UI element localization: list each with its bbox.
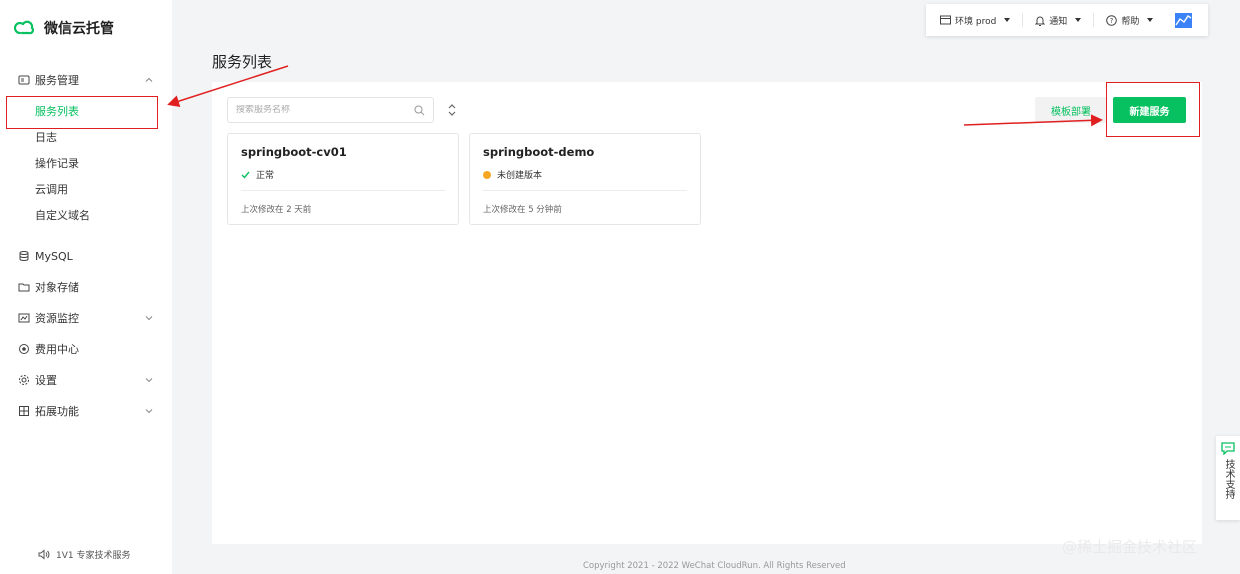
notify-label: 通知 bbox=[1049, 16, 1068, 27]
user-avatar[interactable] bbox=[1175, 12, 1193, 28]
sort-icon[interactable] bbox=[447, 103, 457, 117]
sidebar-group-label: 对象存储 bbox=[35, 281, 79, 294]
chevron-down-icon bbox=[145, 409, 153, 414]
service-name: springboot-demo bbox=[483, 145, 595, 159]
sidebar-item-service-list[interactable]: 服务列表 bbox=[0, 98, 172, 124]
service-card[interactable]: springboot-cv01 正常 上次修改在 2 天前 bbox=[227, 133, 459, 225]
topbar: 环境 prod 通知 ? 帮助 bbox=[926, 4, 1208, 36]
watermark: @稀土掘金技术社区 bbox=[1062, 538, 1198, 556]
service-status: 正常 bbox=[241, 168, 274, 181]
folder-icon bbox=[18, 281, 30, 293]
help-icon: ? bbox=[1106, 14, 1118, 26]
service-updated: 上次修改在 5 分钟前 bbox=[483, 205, 562, 215]
sidebar-item-label: 自定义域名 bbox=[35, 209, 90, 222]
environment-icon bbox=[940, 15, 951, 25]
sidebar-group-extensions[interactable]: 拓展功能 bbox=[0, 398, 172, 424]
service-updated: 上次修改在 2 天前 bbox=[241, 205, 312, 215]
sidebar-item-operation-records[interactable]: 操作记录 bbox=[0, 150, 172, 176]
search-icon[interactable] bbox=[414, 105, 425, 116]
service-card[interactable]: springboot-demo 未创建版本 上次修改在 5 分钟前 bbox=[469, 133, 701, 225]
speaker-icon bbox=[38, 549, 50, 560]
server-icon bbox=[18, 74, 30, 86]
env-selector[interactable]: 环境 prod bbox=[940, 14, 1011, 27]
sidebar-group-label: 服务管理 bbox=[35, 74, 79, 87]
new-service-button[interactable]: 新建服务 bbox=[1113, 97, 1186, 123]
sidebar-group-label: MySQL bbox=[35, 249, 73, 263]
warning-dot-icon bbox=[483, 170, 491, 179]
chevron-down-icon bbox=[145, 316, 153, 321]
app-title: 微信云托管 bbox=[44, 21, 114, 37]
divider bbox=[241, 190, 445, 191]
chevron-up-icon bbox=[145, 77, 153, 82]
avatar-icon bbox=[1175, 12, 1193, 28]
sidebar-group-label: 拓展功能 bbox=[35, 405, 79, 418]
search-input[interactable] bbox=[236, 105, 414, 115]
help-menu[interactable]: ? 帮助 bbox=[1106, 14, 1154, 27]
sidebar-item-object-storage[interactable]: 对象存储 bbox=[0, 274, 172, 300]
sidebar-group-label: 设置 bbox=[35, 374, 57, 387]
database-icon bbox=[18, 250, 30, 262]
divider bbox=[1022, 13, 1024, 27]
chevron-down-icon bbox=[145, 378, 153, 383]
grid-icon bbox=[18, 405, 30, 417]
tech-support-widget[interactable]: 技术支持 bbox=[1216, 436, 1240, 520]
sidebar-group-label: 费用中心 bbox=[35, 343, 79, 356]
sidebar-item-label: 操作记录 bbox=[35, 157, 79, 170]
monitor-icon bbox=[18, 312, 30, 324]
sidebar: 微信云托管 服务管理 服务列表 日志 操作记录 云调用 自定义域名 MySQL … bbox=[0, 0, 172, 574]
tech-support-label: 技术支持 bbox=[1223, 459, 1234, 499]
divider bbox=[1093, 13, 1095, 27]
sidebar-item-cloud-call[interactable]: 云调用 bbox=[0, 176, 172, 202]
cloud-logo-icon bbox=[14, 20, 34, 35]
sidebar-group-label: 资源监控 bbox=[35, 312, 79, 325]
app-logo[interactable]: 微信云托管 bbox=[14, 18, 114, 38]
check-icon bbox=[241, 171, 250, 179]
sidebar-group-resource-monitor[interactable]: 资源监控 bbox=[0, 305, 172, 331]
sidebar-item-label: 服务列表 bbox=[35, 105, 79, 118]
caret-down-icon bbox=[1004, 18, 1011, 22]
sidebar-item-mysql[interactable]: MySQL bbox=[0, 243, 172, 269]
footer-copyright: Copyright 2021 - 2022 WeChat CloudRun. A… bbox=[583, 561, 846, 571]
caret-down-icon bbox=[1147, 18, 1154, 22]
svg-text:?: ? bbox=[1110, 17, 1114, 25]
service-status: 未创建版本 bbox=[483, 168, 542, 181]
billing-icon bbox=[18, 343, 30, 355]
template-deploy-button[interactable]: 模板部署 bbox=[1035, 97, 1107, 123]
sidebar-item-custom-domain[interactable]: 自定义域名 bbox=[0, 202, 172, 228]
expert-service-link[interactable]: 1V1 专家技术服务 bbox=[38, 548, 130, 561]
gear-icon bbox=[18, 374, 30, 386]
sidebar-group-service-management[interactable]: 服务管理 bbox=[0, 67, 172, 93]
search-box bbox=[227, 97, 434, 123]
sidebar-item-label: 云调用 bbox=[35, 183, 68, 196]
service-list-panel: 模板部署 新建服务 springboot-cv01 正常 上次修改在 2 天前 … bbox=[212, 82, 1202, 544]
page-title: 服务列表 bbox=[212, 53, 273, 71]
notify-menu[interactable]: 通知 bbox=[1035, 14, 1082, 27]
sidebar-item-billing-center[interactable]: 费用中心 bbox=[0, 336, 172, 362]
service-status-label: 正常 bbox=[256, 171, 275, 181]
sidebar-item-label: 日志 bbox=[35, 131, 57, 144]
bell-icon bbox=[1035, 16, 1046, 26]
service-status-label: 未创建版本 bbox=[497, 171, 543, 181]
env-label: 环境 prod bbox=[955, 16, 997, 27]
service-name: springboot-cv01 bbox=[241, 145, 347, 159]
help-label: 帮助 bbox=[1121, 16, 1140, 27]
expert-service-label: 1V1 专家技术服务 bbox=[56, 551, 131, 561]
sidebar-group-settings[interactable]: 设置 bbox=[0, 367, 172, 393]
divider bbox=[483, 190, 687, 191]
caret-down-icon bbox=[1075, 18, 1082, 22]
chat-icon bbox=[1221, 442, 1235, 455]
sidebar-item-logs[interactable]: 日志 bbox=[0, 124, 172, 150]
